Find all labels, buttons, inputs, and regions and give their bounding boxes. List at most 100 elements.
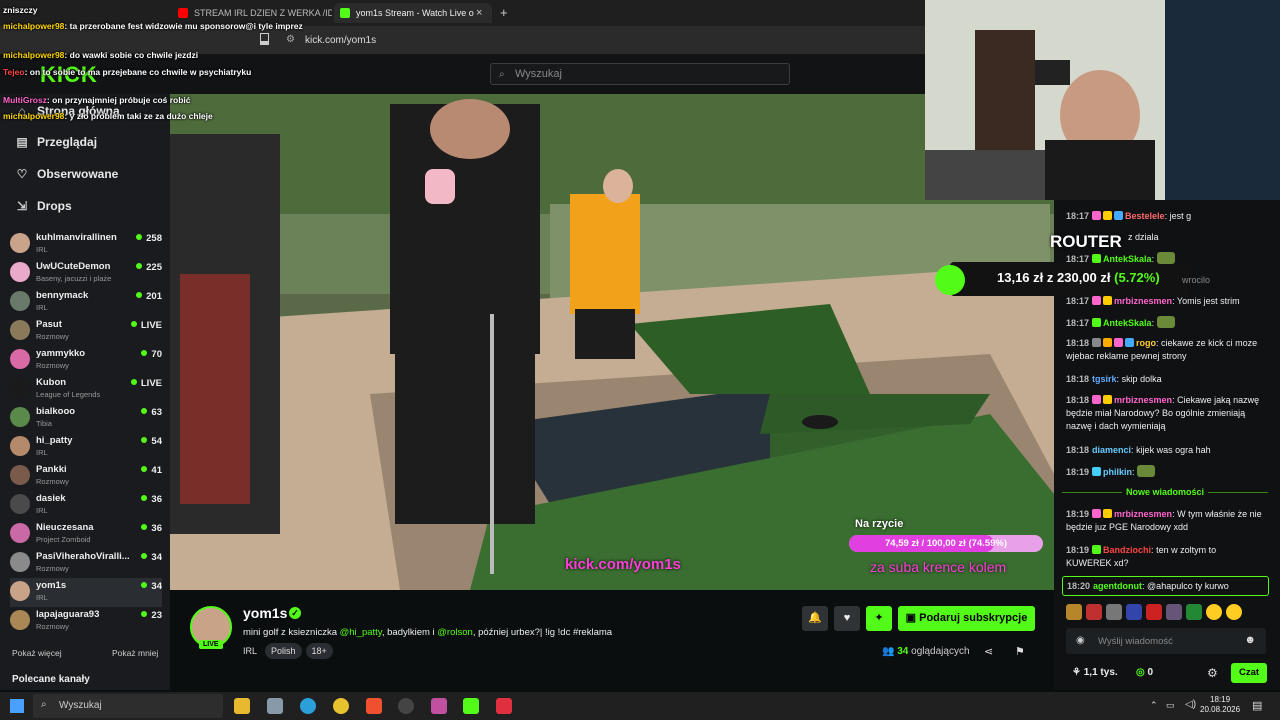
gift-subscription-button[interactable]: ▣ Podaruj subskrypcje	[898, 606, 1035, 631]
brave-icon[interactable]	[366, 698, 382, 714]
nav-following[interactable]: ♡ Obserwowane	[14, 167, 119, 187]
chat-user[interactable]: rogo	[1136, 338, 1156, 348]
chat-user[interactable]: mrbiznesmen	[1114, 395, 1172, 405]
title-text: , badylkiem i	[381, 627, 438, 638]
nav-drops[interactable]: ⇲ Drops	[14, 199, 72, 219]
tag[interactable]: 18+	[305, 643, 333, 659]
sidebar-channel[interactable]: lapajaguara93 Rozmowy 23	[10, 607, 162, 636]
new-messages-label[interactable]: Nowe wiadomości	[1062, 487, 1268, 497]
chrome-icon[interactable]	[333, 698, 349, 714]
tray-chevron-icon[interactable]: ⌃	[1150, 700, 1158, 711]
sidebar-channel-selected[interactable]: yom1s IRL 34	[10, 578, 162, 607]
chat-time: 18:17	[1066, 318, 1090, 328]
share-icon[interactable]: ⋖	[984, 645, 993, 658]
emote-icon[interactable]	[1066, 604, 1082, 620]
chat-user[interactable]: tgsirk	[1092, 374, 1117, 384]
emote-icon[interactable]	[1206, 604, 1222, 620]
windows-start-icon[interactable]	[10, 699, 24, 713]
taskbar-search[interactable]: ⌕ Wyszukaj	[33, 694, 223, 718]
tab-kick-yom1s[interactable]: yom1s Stream - Watch Live o	[334, 3, 492, 23]
chat-input[interactable]: ◉ Wyślij wiadomość ☻	[1066, 628, 1266, 654]
overlay-text: do wawki sobie co chwile jezdzi	[69, 50, 199, 60]
emote-sparkle-button[interactable]: ✦	[866, 606, 892, 631]
emoji-picker-icon[interactable]: ☻	[1244, 634, 1256, 646]
chat-text: kijek was ogra hah	[1136, 445, 1211, 455]
chat-user[interactable]: mrbiznesmen	[1114, 296, 1172, 306]
sidebar-channel[interactable]: UwUCuteDemon Baseny, jacuzzi i plaże 225	[10, 259, 162, 288]
app-icon[interactable]	[267, 698, 283, 714]
sidebar-channel[interactable]: yammykko Rozmowy 70	[10, 346, 162, 375]
volume-icon[interactable]: ◁)	[1185, 699, 1196, 710]
badge-icon	[1092, 211, 1102, 220]
sidebar-channel[interactable]: bialkooo Tibia 63	[10, 404, 162, 433]
file-explorer-icon[interactable]	[234, 698, 250, 714]
sidebar-channel[interactable]: Pasut Rozmowy LIVE	[10, 317, 162, 346]
settings-gear-icon[interactable]: ⚙	[1207, 666, 1218, 680]
sidebar-channel[interactable]: bennymack IRL 201	[10, 288, 162, 317]
chat-user[interactable]: philkin	[1103, 467, 1132, 477]
emote-icon[interactable]	[1086, 604, 1102, 620]
channel-name: UwUCuteDemon	[36, 261, 111, 272]
tag-category[interactable]: IRL	[243, 643, 261, 659]
site-info-icon[interactable]: ⚙	[286, 34, 295, 45]
title-mention[interactable]: @hi_patty	[340, 627, 382, 638]
viewer-count: LIVE	[131, 378, 162, 389]
show-more-button[interactable]: Pokaż więcej	[12, 648, 62, 658]
badge-icon	[1125, 338, 1135, 347]
report-icon[interactable]: ⚑	[1015, 645, 1025, 658]
app-icon[interactable]	[496, 698, 512, 714]
send-chat-button[interactable]: Czat	[1231, 663, 1267, 683]
chat-user[interactable]: mrbiznesmen	[1114, 509, 1172, 519]
network-icon[interactable]: ▭	[1166, 700, 1175, 711]
viewer-number: 34	[897, 646, 909, 657]
channel-category: IRL	[36, 448, 48, 457]
verified-icon: ✓	[289, 607, 301, 619]
channel-points[interactable]: ⚘ 1,1 tys.	[1072, 667, 1118, 678]
url-text[interactable]: kick.com/yom1s	[305, 35, 376, 46]
emote-icon[interactable]	[1186, 604, 1202, 620]
sidebar-channel[interactable]: Pankki Rozmowy 41	[10, 462, 162, 491]
sidebar-channel[interactable]: Kubon League of Legends LIVE	[10, 375, 162, 404]
chat-user[interactable]: diamenci	[1092, 445, 1131, 455]
title-mention[interactable]: @rolson	[437, 627, 473, 638]
emote-icon[interactable]	[1226, 604, 1242, 620]
close-tab-icon[interactable]: ×	[476, 7, 482, 19]
shield-icon[interactable]: ◉	[1076, 635, 1085, 646]
chat-user[interactable]: Bestelele	[1125, 211, 1165, 221]
sidebar-channel[interactable]: Nieuczesana Project Zomboid 36	[10, 520, 162, 549]
overlay-text: zniszczy	[3, 5, 38, 15]
taskbar-clock[interactable]: 18:19 20.08.2026	[1200, 695, 1240, 715]
bookmark-icon[interactable]	[260, 33, 269, 45]
emote-icon[interactable]	[1126, 604, 1142, 620]
sidebar-channel[interactable]: PasiViherahoViralli... Rozmowy 34	[10, 549, 162, 578]
sidebar-channel[interactable]: hi_patty IRL 54	[10, 433, 162, 462]
streamer-name[interactable]: yom1s	[243, 605, 287, 621]
secondary-points[interactable]: ◎ 0	[1136, 667, 1153, 678]
edge-icon[interactable]	[300, 698, 316, 714]
chat-user[interactable]: AntekSkala	[1103, 254, 1152, 264]
app-icon[interactable]	[431, 698, 447, 714]
live-badge: LIVE	[199, 640, 223, 649]
notification-bell-button[interactable]: 🔔	[802, 606, 828, 631]
video-player[interactable]	[170, 94, 1054, 590]
channel-category: IRL	[36, 245, 48, 254]
channel-name: Kubon	[36, 377, 67, 388]
emote-icon[interactable]	[1146, 604, 1162, 620]
overlay-text: on przynajmniej próbuje coś robić	[52, 95, 191, 105]
emote-icon[interactable]	[1106, 604, 1122, 620]
nav-browse[interactable]: ▤ Przeglądaj	[14, 135, 97, 155]
follow-heart-button[interactable]: ♥	[834, 606, 860, 631]
obs-icon[interactable]	[398, 698, 414, 714]
new-tab-button[interactable]: +	[500, 5, 508, 20]
show-less-button[interactable]: Pokaż mniej	[112, 648, 158, 658]
search-input[interactable]: ⌕ Wyszukaj	[490, 63, 790, 85]
emote-icon[interactable]	[1166, 604, 1182, 620]
kick-app-icon[interactable]	[463, 698, 479, 714]
sidebar-channel[interactable]: kuhlmanvirallinen IRL 258	[10, 230, 162, 259]
chat-user[interactable]: Bandziochi	[1103, 545, 1151, 555]
chat-user[interactable]: AntekSkala	[1103, 318, 1152, 328]
chat-user[interactable]: agentdonut	[1093, 581, 1142, 591]
tag[interactable]: Polish	[265, 643, 302, 659]
sidebar-channel[interactable]: dasiek IRL 36	[10, 491, 162, 520]
notifications-icon[interactable]: ▤	[1252, 699, 1262, 712]
